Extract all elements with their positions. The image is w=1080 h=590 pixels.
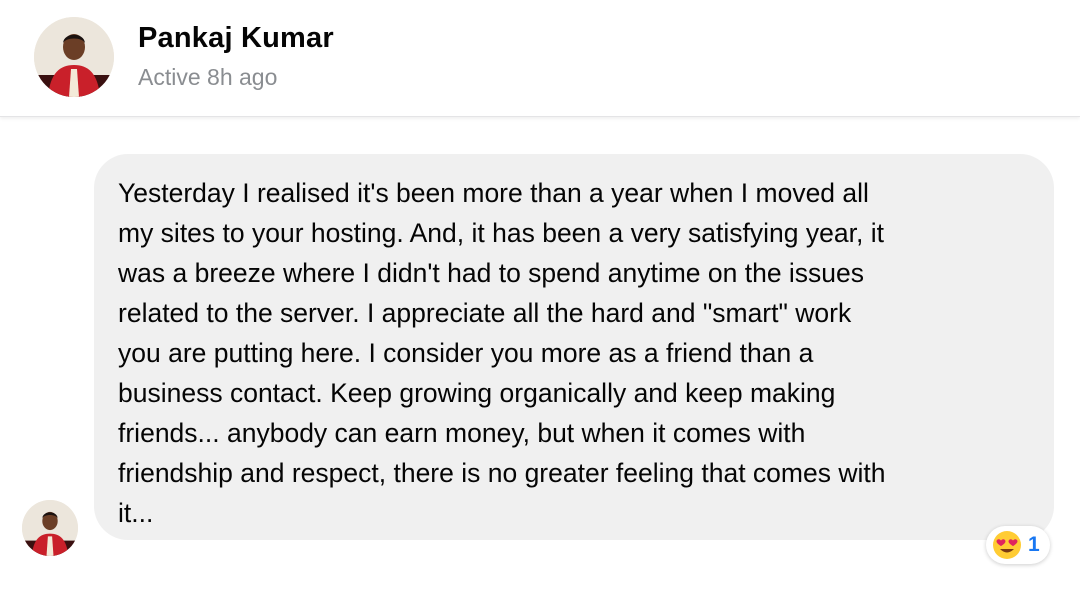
active-status: Active 8h ago xyxy=(138,64,278,90)
contact-avatar[interactable] xyxy=(34,17,114,97)
message-bubble[interactable]: Yesterday I realised it's been more than… xyxy=(94,154,1054,540)
message-text: Yesterday I realised it's been more than… xyxy=(118,178,886,528)
message-sender-avatar[interactable] xyxy=(22,500,78,556)
message-reaction[interactable]: 1 xyxy=(986,526,1050,564)
reaction-count: 1 xyxy=(1028,533,1040,556)
heart-eyes-emoji-icon xyxy=(993,531,1021,559)
contact-name: Pankaj Kumar xyxy=(138,22,334,54)
conversation-header: Pankaj Kumar Active 8h ago xyxy=(0,0,1080,117)
